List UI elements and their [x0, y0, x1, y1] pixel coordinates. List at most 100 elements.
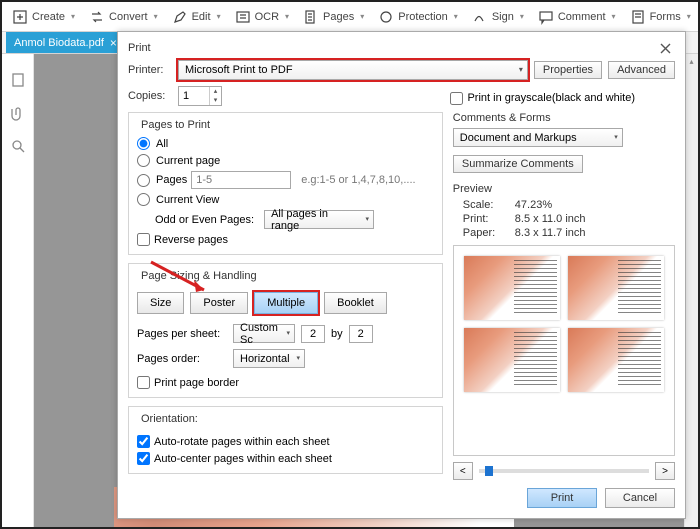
grayscale-check-input[interactable]	[450, 92, 463, 105]
spin-down-icon[interactable]: ▾	[210, 96, 221, 105]
porder-value: Horizontal	[240, 353, 290, 365]
pages-range-input[interactable]	[191, 171, 291, 189]
radio-all[interactable]: All	[137, 137, 434, 150]
reverse-checkbox[interactable]: Reverse pages	[137, 233, 434, 246]
chevron-down-icon: ▾	[366, 215, 370, 223]
radio-all-input[interactable]	[137, 137, 150, 150]
spin-up-icon[interactable]: ▴	[210, 87, 221, 96]
orient-title: Orientation:	[137, 413, 202, 425]
porder-select[interactable]: Horizontal ▾	[233, 349, 305, 368]
grayscale-label: Print in grayscale(black and white)	[467, 92, 635, 104]
advanced-button[interactable]: Advanced	[608, 61, 675, 79]
page-border-checkbox[interactable]: Print page border	[137, 376, 434, 389]
scale-key: Scale:	[463, 199, 507, 211]
radio-all-label: All	[156, 138, 168, 150]
toolbar-sign[interactable]: Sign▾	[468, 7, 528, 27]
scroll-up-icon[interactable]: ▴	[685, 54, 698, 68]
ocr-icon	[235, 9, 251, 25]
print-button[interactable]: Print	[527, 488, 597, 508]
next-page-button[interactable]: >	[655, 462, 675, 480]
pager-track[interactable]	[479, 469, 649, 473]
page-border-check-input[interactable]	[137, 376, 150, 389]
reverse-check-input[interactable]	[137, 233, 150, 246]
autorotate-input[interactable]	[137, 435, 150, 448]
print-dialog: Print Printer: Microsoft Print to PDF ▾ …	[117, 31, 686, 519]
pps-cols-input[interactable]	[301, 325, 325, 343]
radio-curpage-input[interactable]	[137, 154, 150, 167]
plus-icon	[12, 9, 28, 25]
copies-stepper[interactable]: ▴▾	[178, 86, 222, 106]
radio-pages[interactable]: Pages	[137, 174, 187, 187]
vertical-scrollbar[interactable]: ▴	[684, 54, 698, 527]
comments-forms-value: Document and Markups	[460, 132, 577, 144]
tab-poster[interactable]: Poster	[190, 292, 248, 314]
file-tab-label: Anmol Biodata.pdf	[14, 37, 104, 49]
toolbar-create-label: Create	[32, 11, 65, 23]
printer-label: Printer:	[128, 64, 172, 76]
toolbar-edit-label: Edit	[192, 11, 211, 23]
sidebar-search[interactable]	[10, 138, 26, 157]
toolbar-pages[interactable]: Pages▾	[299, 7, 368, 27]
toolbar-protection[interactable]: Protection▾	[374, 7, 462, 27]
toolbar-create[interactable]: Create▾	[8, 7, 79, 27]
pps-by: by	[331, 328, 343, 340]
paperclip-icon	[10, 105, 26, 121]
pages-icon	[303, 9, 319, 25]
radio-curview-label: Current View	[156, 194, 219, 206]
forms-icon	[630, 9, 646, 25]
toolbar-forms-label: Forms	[650, 11, 681, 23]
odd-even-value: All pages in range	[271, 208, 357, 232]
porder-label: Pages order:	[137, 353, 227, 365]
properties-button[interactable]: Properties	[534, 61, 602, 79]
app-toolbar: Create▾ Convert▾ Edit▾ OCR▾ Pages▾ Prote…	[2, 2, 698, 32]
autocenter-input[interactable]	[137, 452, 150, 465]
preview-thumb	[568, 328, 664, 392]
pps-label: Pages per sheet:	[137, 328, 227, 340]
toolbar-edit[interactable]: Edit▾	[168, 7, 225, 27]
autorotate-checkbox[interactable]: Auto-rotate pages within each sheet	[137, 435, 434, 448]
toolbar-convert[interactable]: Convert▾	[85, 7, 162, 27]
pps-rows-input[interactable]	[349, 325, 373, 343]
sign-icon	[472, 9, 488, 25]
radio-curpage-label: Current page	[156, 155, 220, 167]
pager-thumb[interactable]	[485, 466, 493, 476]
close-icon[interactable]: ×	[110, 36, 117, 50]
orientation-group: Orientation: Auto-rotate pages within ea…	[128, 406, 443, 474]
tab-multiple[interactable]: Multiple	[254, 292, 318, 314]
autocenter-checkbox[interactable]: Auto-center pages within each sheet	[137, 452, 434, 465]
cancel-button[interactable]: Cancel	[605, 488, 675, 508]
chevron-down-icon: ▾	[296, 354, 300, 362]
copies-input[interactable]	[179, 90, 209, 102]
tab-booklet[interactable]: Booklet	[324, 292, 387, 314]
prev-page-button[interactable]: <	[453, 462, 473, 480]
sidebar-attach[interactable]	[10, 105, 26, 124]
pages-to-print-group: Pages to Print All Current page Pages e.…	[128, 112, 443, 255]
toolbar-forms[interactable]: Forms▾	[626, 7, 695, 27]
toolbar-comment[interactable]: Comment▾	[534, 7, 620, 27]
toolbar-pages-label: Pages	[323, 11, 354, 23]
sidebar-pages[interactable]	[10, 72, 26, 91]
preview-title: Preview	[453, 183, 675, 195]
odd-even-select[interactable]: All pages in range ▾	[264, 210, 374, 229]
psh-title: Page Sizing & Handling	[137, 270, 261, 282]
grayscale-checkbox[interactable]: Print in grayscale(black and white)	[450, 92, 635, 105]
summarize-button[interactable]: Summarize Comments	[453, 155, 583, 173]
printer-select[interactable]: Microsoft Print to PDF ▾	[178, 60, 528, 80]
tab-size[interactable]: Size	[137, 292, 184, 314]
radio-pages-input[interactable]	[137, 174, 150, 187]
chevron-down-icon: ▾	[614, 133, 618, 141]
pps-mode-value: Custom Sc	[240, 322, 278, 346]
printer-select-value: Microsoft Print to PDF	[185, 64, 293, 76]
ptp-title: Pages to Print	[137, 119, 214, 131]
toolbar-ocr[interactable]: OCR▾	[231, 7, 293, 27]
toolbar-ocr-label: OCR	[255, 11, 279, 23]
file-tab[interactable]: Anmol Biodata.pdf ×	[6, 32, 125, 53]
pps-mode-select[interactable]: Custom Sc▾	[233, 324, 295, 343]
radio-current-view[interactable]: Current View	[137, 193, 434, 206]
comments-forms-select[interactable]: Document and Markups ▾	[453, 128, 623, 147]
radio-curview-input[interactable]	[137, 193, 150, 206]
dialog-close-button[interactable]	[655, 38, 675, 58]
dialog-title: Print	[128, 42, 151, 54]
radio-current-page[interactable]: Current page	[137, 154, 434, 167]
print-key: Print:	[463, 213, 507, 225]
